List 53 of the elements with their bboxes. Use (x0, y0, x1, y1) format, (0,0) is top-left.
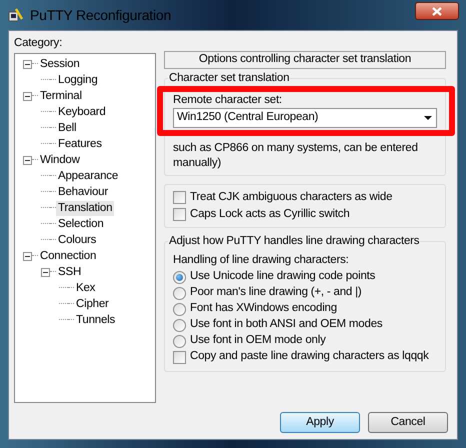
window-title: PuTTY Reconfiguration (30, 6, 172, 25)
radio-button[interactable] (173, 270, 186, 284)
checkbox[interactable] (173, 350, 186, 364)
close-icon (432, 6, 442, 16)
category-label: Category: (14, 36, 64, 50)
panel-header: Options controlling character set translation (164, 51, 446, 69)
collapse-icon[interactable] (23, 252, 32, 260)
tree-item[interactable]: SSH (56, 264, 84, 280)
tree-item[interactable]: Features (56, 136, 104, 152)
radio-label: Use Unicode line drawing code points (190, 269, 376, 284)
tree-item[interactable]: Connection (38, 248, 98, 264)
app-icon (8, 7, 24, 23)
radio-label: Font has XWindows encoding (190, 301, 337, 316)
tree-item[interactable]: Tunnels (74, 312, 118, 328)
tree-item[interactable]: Terminal (38, 88, 84, 104)
tree-item[interactable]: Bell (56, 120, 78, 136)
group-title: Adjust how PuTTY handles line drawing characters (168, 234, 420, 248)
tree-item[interactable]: Kex (74, 280, 98, 296)
field-label: Remote character set: (173, 93, 283, 108)
tree-item[interactable]: Selection (56, 216, 106, 232)
charset-dropdown[interactable]: Win1250 (Central European) (173, 108, 437, 128)
radio-label: Use font in OEM mode only (190, 333, 326, 348)
radio-button[interactable] (173, 334, 186, 348)
radio-button[interactable] (173, 302, 186, 316)
tree-item[interactable]: Logging (56, 72, 100, 88)
tree-item[interactable]: Window (38, 152, 82, 168)
tree-item[interactable]: Session (38, 56, 82, 72)
collapse-icon[interactable] (23, 60, 32, 68)
close-button[interactable] (415, 2, 459, 20)
checkbox[interactable] (173, 208, 186, 221)
dialog-button[interactable]: Apply (280, 412, 360, 433)
tree-item[interactable]: Colours (56, 232, 98, 248)
radio-button[interactable] (173, 286, 186, 300)
collapse-icon[interactable] (23, 92, 32, 100)
checkbox-label: Caps Lock acts as Cyrillic switch (190, 206, 350, 222)
radio-label: Poor man's line drawing (+, - and |) (190, 285, 362, 300)
checkbox-label: Copy and paste line drawing characters as lqqqk (190, 349, 429, 364)
help-text: such as CP866 on many systems, can be entered manually) (173, 141, 419, 171)
category-tree[interactable]: Session Logging Terminal Keyboard Bell Features Window Appearance Behaviour Translation Selection Colours Connection SSH Kex Cipher Tunnels (14, 53, 156, 403)
radio-label: Use font in both ANSI and OEM modes (190, 317, 382, 332)
collapse-icon[interactable] (41, 268, 50, 276)
tree-item[interactable]: Cipher (74, 296, 111, 312)
section-label: Handling of line drawing characters: (173, 253, 350, 268)
radio-button[interactable] (173, 318, 186, 332)
dialog-button[interactable]: Cancel (368, 412, 448, 433)
tree-item[interactable]: Translation (56, 200, 114, 216)
checkbox[interactable] (173, 191, 186, 204)
tree-item[interactable]: Behaviour (56, 184, 110, 200)
tree-item[interactable]: Keyboard (56, 104, 108, 120)
checkbox-label: Treat CJK ambiguous characters as wide (190, 190, 392, 205)
collapse-icon[interactable] (23, 156, 32, 164)
tree-item[interactable]: Appearance (56, 168, 120, 184)
dropdown-arrow-icon (424, 116, 432, 120)
